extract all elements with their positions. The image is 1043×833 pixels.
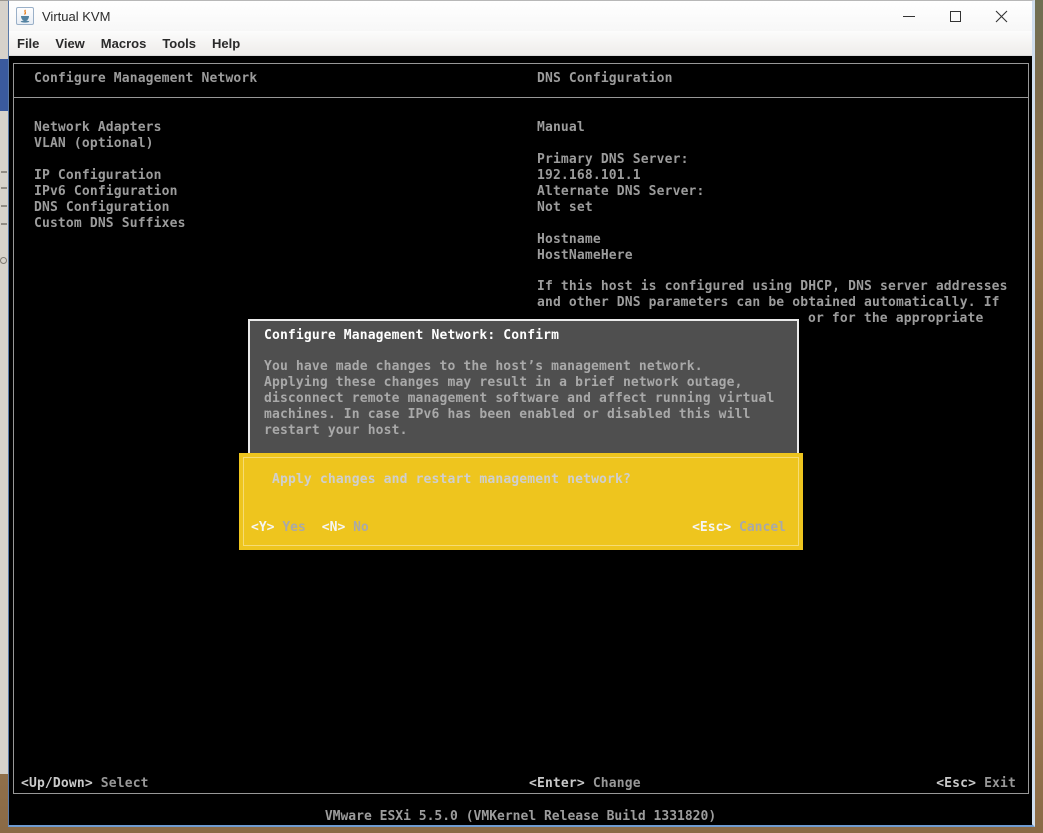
confirm-dialog: Configure Management Network: Confirm Yo… (248, 319, 799, 453)
esxi-console-screen[interactable]: Configure Management Network DNS Configu… (9, 57, 1032, 825)
minimize-icon (903, 16, 915, 17)
hostname-label: Hostname (537, 232, 601, 248)
menu-item-custom-dns-suffixes: Custom DNS Suffixes (34, 216, 186, 232)
virtual-kvm-window: Virtual KVM File View Macros Tools Help … (8, 0, 1035, 827)
right-panel-title: DNS Configuration (537, 71, 673, 87)
dhcp-note-line1: If this host is configured using DHCP, D… (537, 279, 1008, 295)
menu-macros[interactable]: Macros (101, 36, 147, 51)
menu-help[interactable]: Help (212, 36, 240, 51)
dialog-body-line1: You have made changes to the host’s mana… (264, 359, 703, 375)
primary-dns-value: 192.168.101.1 (537, 168, 641, 184)
close-button[interactable] (978, 2, 1024, 30)
maximize-button[interactable] (932, 2, 978, 30)
background-window-highlight (0, 59, 8, 111)
menu-tools[interactable]: Tools (162, 36, 196, 51)
dialog-body-line5: restart your host. (264, 423, 408, 439)
esxi-version-text: VMware ESXi 5.5.0 (VMKernel Release Buil… (325, 809, 716, 824)
close-icon (995, 10, 1008, 23)
menu-item-ipv6-configuration: IPv6 Configuration (34, 184, 178, 200)
menu-item-ip-configuration: IP Configuration (34, 168, 162, 184)
menu-item-vlan: VLAN (optional) (34, 136, 154, 152)
hostname-value: HostNameHere (537, 248, 633, 264)
menu-bar: File View Macros Tools Help (9, 31, 1032, 56)
version-bar: VMware ESXi 5.5.0 (VMKernel Release Buil… (9, 807, 1032, 825)
footer-hotkey-exit: <Esc> Exit (936, 776, 1016, 792)
menu-item-network-adapters: Network Adapters (34, 120, 162, 136)
confirm-dialog-warning-panel: Apply changes and restart management net… (239, 453, 803, 550)
footer-hotkey-change: <Enter> Change (529, 776, 641, 792)
java-coffee-cup-icon (16, 7, 34, 25)
confirm-dialog-title: Configure Management Network: Confirm (264, 328, 559, 344)
hotkey-cancel: <Esc> Cancel (692, 520, 786, 536)
background-window-icon (0, 257, 7, 264)
alternate-dns-label: Alternate DNS Server: (537, 184, 705, 200)
dialog-body-line2: Applying these changes may result in a b… (264, 375, 743, 391)
maximize-icon (950, 11, 961, 22)
menu-view[interactable]: View (55, 36, 84, 51)
primary-dns-label: Primary DNS Server: (537, 152, 689, 168)
minimize-button[interactable] (886, 2, 932, 30)
dns-mode: Manual (537, 120, 585, 136)
title-bar: Virtual KVM (9, 1, 1032, 31)
hotkey-no: <N> No (322, 520, 369, 536)
dhcp-note-line3-fragment: or for the appropriate (808, 311, 984, 327)
dhcp-note-line2: and other DNS parameters can be obtained… (537, 295, 1000, 311)
alternate-dns-value: Not set (537, 200, 593, 216)
confirm-prompt: Apply changes and restart management net… (272, 472, 631, 488)
menu-file[interactable]: File (17, 36, 39, 51)
window-title: Virtual KVM (42, 9, 110, 24)
hotkey-yes: <Y> Yes (251, 520, 306, 536)
footer-hotkey-select: <Up/Down> Select (21, 776, 149, 792)
header-separator (14, 97, 1028, 98)
menu-item-dns-configuration: DNS Configuration (34, 200, 170, 216)
background-window-edge (0, 0, 8, 774)
dialog-body-line4: machines. In case IPv6 has been enabled … (264, 407, 751, 423)
dialog-body-line3: disconnect remote management software an… (264, 391, 775, 407)
left-panel-title: Configure Management Network (34, 71, 257, 87)
